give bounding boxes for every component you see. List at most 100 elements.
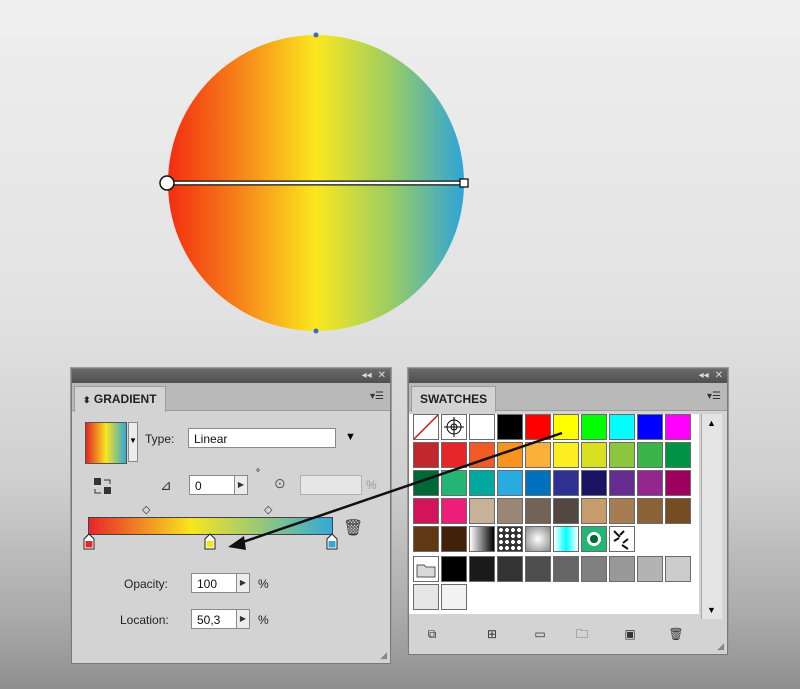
- swatch-gradient-green[interactable]: [581, 526, 607, 552]
- swatch[interactable]: [441, 442, 467, 468]
- angle-input[interactable]: 0: [189, 475, 239, 495]
- swatch[interactable]: [469, 442, 495, 468]
- swatch-gray[interactable]: [637, 556, 663, 582]
- swatch[interactable]: [609, 470, 635, 496]
- panel-menu-icon[interactable]: ▾☰: [370, 391, 384, 402]
- swatch[interactable]: [525, 498, 551, 524]
- swatches-scrollbar[interactable]: ▲ ▼: [701, 414, 722, 619]
- swatch-gradient-cyan[interactable]: [553, 526, 579, 552]
- swatch[interactable]: [665, 442, 691, 468]
- swatch-pattern-leaves[interactable]: [609, 526, 635, 552]
- swatch-cyan[interactable]: [609, 414, 635, 440]
- swatch[interactable]: [413, 470, 439, 496]
- swatch-none[interactable]: [413, 414, 439, 440]
- show-swatch-kinds-icon[interactable]: ⊞: [483, 627, 501, 641]
- swatch-green[interactable]: [581, 414, 607, 440]
- angle-stepper[interactable]: ▶: [234, 475, 248, 495]
- swatch[interactable]: [637, 442, 663, 468]
- swatch[interactable]: [525, 442, 551, 468]
- gradient-thumbnail-dropdown[interactable]: ▼: [128, 422, 138, 462]
- swatch-gray[interactable]: [609, 556, 635, 582]
- artboard-canvas[interactable]: [0, 0, 800, 360]
- swatch[interactable]: [665, 498, 691, 524]
- swatch[interactable]: [441, 470, 467, 496]
- anchor-point-bottom[interactable]: [313, 328, 319, 334]
- opacity-input[interactable]: 100: [191, 573, 237, 593]
- swatch-folder[interactable]: [413, 556, 439, 582]
- swatch-gray[interactable]: [413, 584, 439, 610]
- gradient-end-handle[interactable]: [459, 178, 469, 188]
- type-dropdown-icon[interactable]: ▼: [345, 431, 356, 443]
- swatch[interactable]: [469, 498, 495, 524]
- swatch[interactable]: [553, 470, 579, 496]
- swatch[interactable]: [553, 442, 579, 468]
- swatch-gray[interactable]: [469, 556, 495, 582]
- swatch-gray[interactable]: [665, 556, 691, 582]
- close-icon[interactable]: ✕: [378, 370, 386, 382]
- swatch[interactable]: [441, 498, 467, 524]
- aspect-ratio-input: [300, 475, 362, 495]
- swatch-libraries-icon[interactable]: ⧉: [423, 627, 441, 641]
- swatch[interactable]: [413, 498, 439, 524]
- swatch[interactable]: [413, 526, 439, 552]
- scroll-up-icon[interactable]: ▲: [707, 418, 716, 428]
- swatch[interactable]: [609, 442, 635, 468]
- swatch-blue[interactable]: [637, 414, 663, 440]
- tab-swatches[interactable]: SWATCHES: [411, 386, 497, 412]
- swatch[interactable]: [413, 442, 439, 468]
- swatch[interactable]: [469, 470, 495, 496]
- new-swatch-icon[interactable]: ▣: [621, 627, 639, 641]
- swatch-black[interactable]: [497, 414, 523, 440]
- swatch-gradient[interactable]: [469, 526, 495, 552]
- opacity-percent: %: [258, 577, 269, 591]
- scroll-down-icon[interactable]: ▼: [707, 605, 716, 615]
- swatch[interactable]: [441, 526, 467, 552]
- delete-swatch-icon[interactable]: 🗑: [667, 627, 685, 641]
- swatch-radial-gradient[interactable]: [525, 526, 551, 552]
- swatch-magenta[interactable]: [665, 414, 691, 440]
- tab-gradient[interactable]: ⬍ GRADIENT: [74, 386, 166, 412]
- swatches-close-icon[interactable]: ✕: [715, 370, 723, 382]
- swatch-gray[interactable]: [441, 584, 467, 610]
- swatch-pattern[interactable]: [497, 526, 523, 552]
- swatch[interactable]: [553, 498, 579, 524]
- swatch[interactable]: [497, 442, 523, 468]
- gradient-origin-handle[interactable]: [159, 175, 175, 191]
- resize-grip-icon[interactable]: ◢: [380, 650, 387, 661]
- swatch-red[interactable]: [525, 414, 551, 440]
- swatches-collapse-icon[interactable]: ◂◂: [699, 370, 709, 382]
- location-stepper[interactable]: ▶: [236, 609, 250, 629]
- swatch[interactable]: [581, 498, 607, 524]
- collapse-icon[interactable]: ◂◂: [362, 370, 372, 382]
- swatch[interactable]: [497, 470, 523, 496]
- swatch-gray[interactable]: [441, 556, 467, 582]
- swatch-gray[interactable]: [581, 556, 607, 582]
- swatch[interactable]: [637, 470, 663, 496]
- swatches-menu-icon[interactable]: ▾☰: [707, 391, 721, 402]
- location-input[interactable]: 50,3: [191, 609, 237, 629]
- swatch-white[interactable]: [469, 414, 495, 440]
- swatch-registration[interactable]: [441, 414, 467, 440]
- swatch[interactable]: [581, 442, 607, 468]
- new-color-group-icon[interactable]: 🗀: [573, 627, 591, 641]
- swatch-gray[interactable]: [553, 556, 579, 582]
- gradient-thumbnail[interactable]: [85, 422, 127, 464]
- swatch[interactable]: [665, 470, 691, 496]
- swatches-resize-grip-icon[interactable]: ◢: [717, 641, 724, 652]
- tab-toggle-icon[interactable]: ⬍: [83, 395, 91, 405]
- swatch-gray[interactable]: [497, 556, 523, 582]
- swatch-options-icon[interactable]: ▭: [531, 627, 549, 641]
- midpoint-diamond-1[interactable]: ◇: [142, 503, 150, 516]
- type-select[interactable]: Linear: [188, 428, 336, 448]
- swatch[interactable]: [581, 470, 607, 496]
- reverse-gradient-icon[interactable]: [92, 475, 114, 497]
- swatch[interactable]: [525, 470, 551, 496]
- swatch[interactable]: [637, 498, 663, 524]
- swatch[interactable]: [609, 498, 635, 524]
- swatch-yellow[interactable]: [553, 414, 579, 440]
- swatch[interactable]: [497, 498, 523, 524]
- midpoint-diamond-2[interactable]: ◇: [264, 503, 272, 516]
- anchor-point-top[interactable]: [313, 32, 319, 38]
- swatch-gray[interactable]: [525, 556, 551, 582]
- opacity-stepper[interactable]: ▶: [236, 573, 250, 593]
